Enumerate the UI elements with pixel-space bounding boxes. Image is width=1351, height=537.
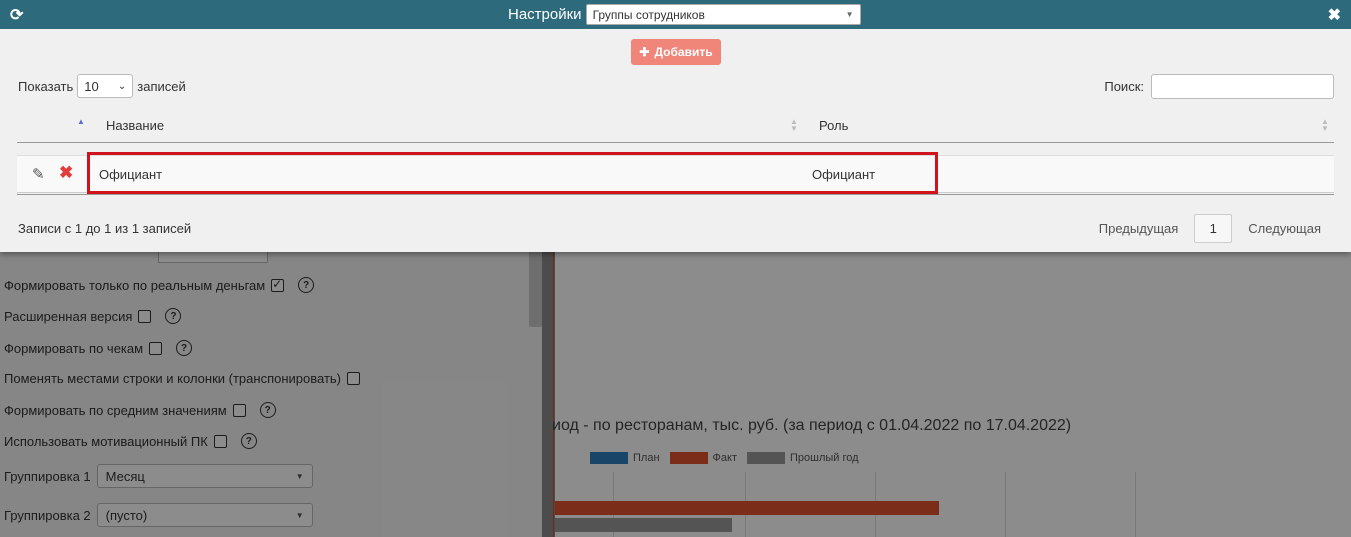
prev-page-button[interactable]: Предыдущая	[1089, 221, 1189, 236]
add-button[interactable]: ✚ Добавить	[631, 39, 721, 65]
search-label: Поиск:	[1104, 79, 1144, 94]
page-length-select[interactable]: 10 ⌄	[77, 74, 134, 98]
chevron-down-icon: ⌄	[117, 80, 127, 92]
add-button-label: Добавить	[654, 45, 713, 59]
page-number-button[interactable]: 1	[1194, 214, 1233, 243]
settings-modal: ⟳ Настройки Группы сотрудников ▼ ✖ ✚ Доб…	[0, 0, 1351, 252]
cell-name: Официант	[99, 167, 163, 182]
records-label: записей	[137, 78, 186, 94]
modal-header: ⟳ Настройки Группы сотрудников ▼ ✖	[0, 0, 1351, 29]
plus-icon: ✚	[639, 45, 650, 59]
pagination: Предыдущая 1 Следующая	[1089, 214, 1331, 243]
refresh-icon[interactable]: ⟳	[10, 5, 23, 25]
show-label: Показать	[18, 78, 74, 94]
cell-role: Официант	[812, 167, 876, 182]
search-control: Поиск:	[1104, 74, 1334, 99]
table-header: ▲ Название ▲ ▼ Роль ▲ ▼	[17, 110, 1334, 143]
select-value: Группы сотрудников	[592, 7, 705, 22]
modal-title: Настройки	[508, 6, 582, 23]
column-header-name[interactable]: Название	[106, 118, 164, 133]
next-page-button[interactable]: Следующая	[1238, 221, 1331, 236]
table-bottom-line	[17, 194, 1334, 195]
table-info: Записи с 1 до 1 из 1 записей	[18, 221, 192, 236]
column-header-role[interactable]: Роль	[819, 118, 848, 133]
search-input[interactable]	[1151, 74, 1334, 99]
chevron-down-icon: ▼	[845, 10, 854, 19]
page-length-control: Показать 10 ⌄ записей	[18, 74, 186, 98]
sort-icon[interactable]: ▲ ▼	[790, 118, 798, 133]
select-value: 10	[84, 78, 99, 94]
sort-asc-icon[interactable]: ▲	[77, 117, 85, 126]
sort-icon[interactable]: ▲ ▼	[1321, 118, 1329, 133]
close-icon[interactable]: ✖	[1328, 5, 1341, 25]
table-row: ✎ ✖ Официант Официант	[17, 155, 1334, 193]
settings-section-select[interactable]: Группы сотрудников ▼	[585, 4, 861, 25]
edit-pencil-icon[interactable]: ✎	[32, 165, 45, 183]
delete-icon[interactable]: ✖	[59, 163, 73, 183]
header-center: Настройки Группы сотрудников ▼	[508, 4, 861, 25]
